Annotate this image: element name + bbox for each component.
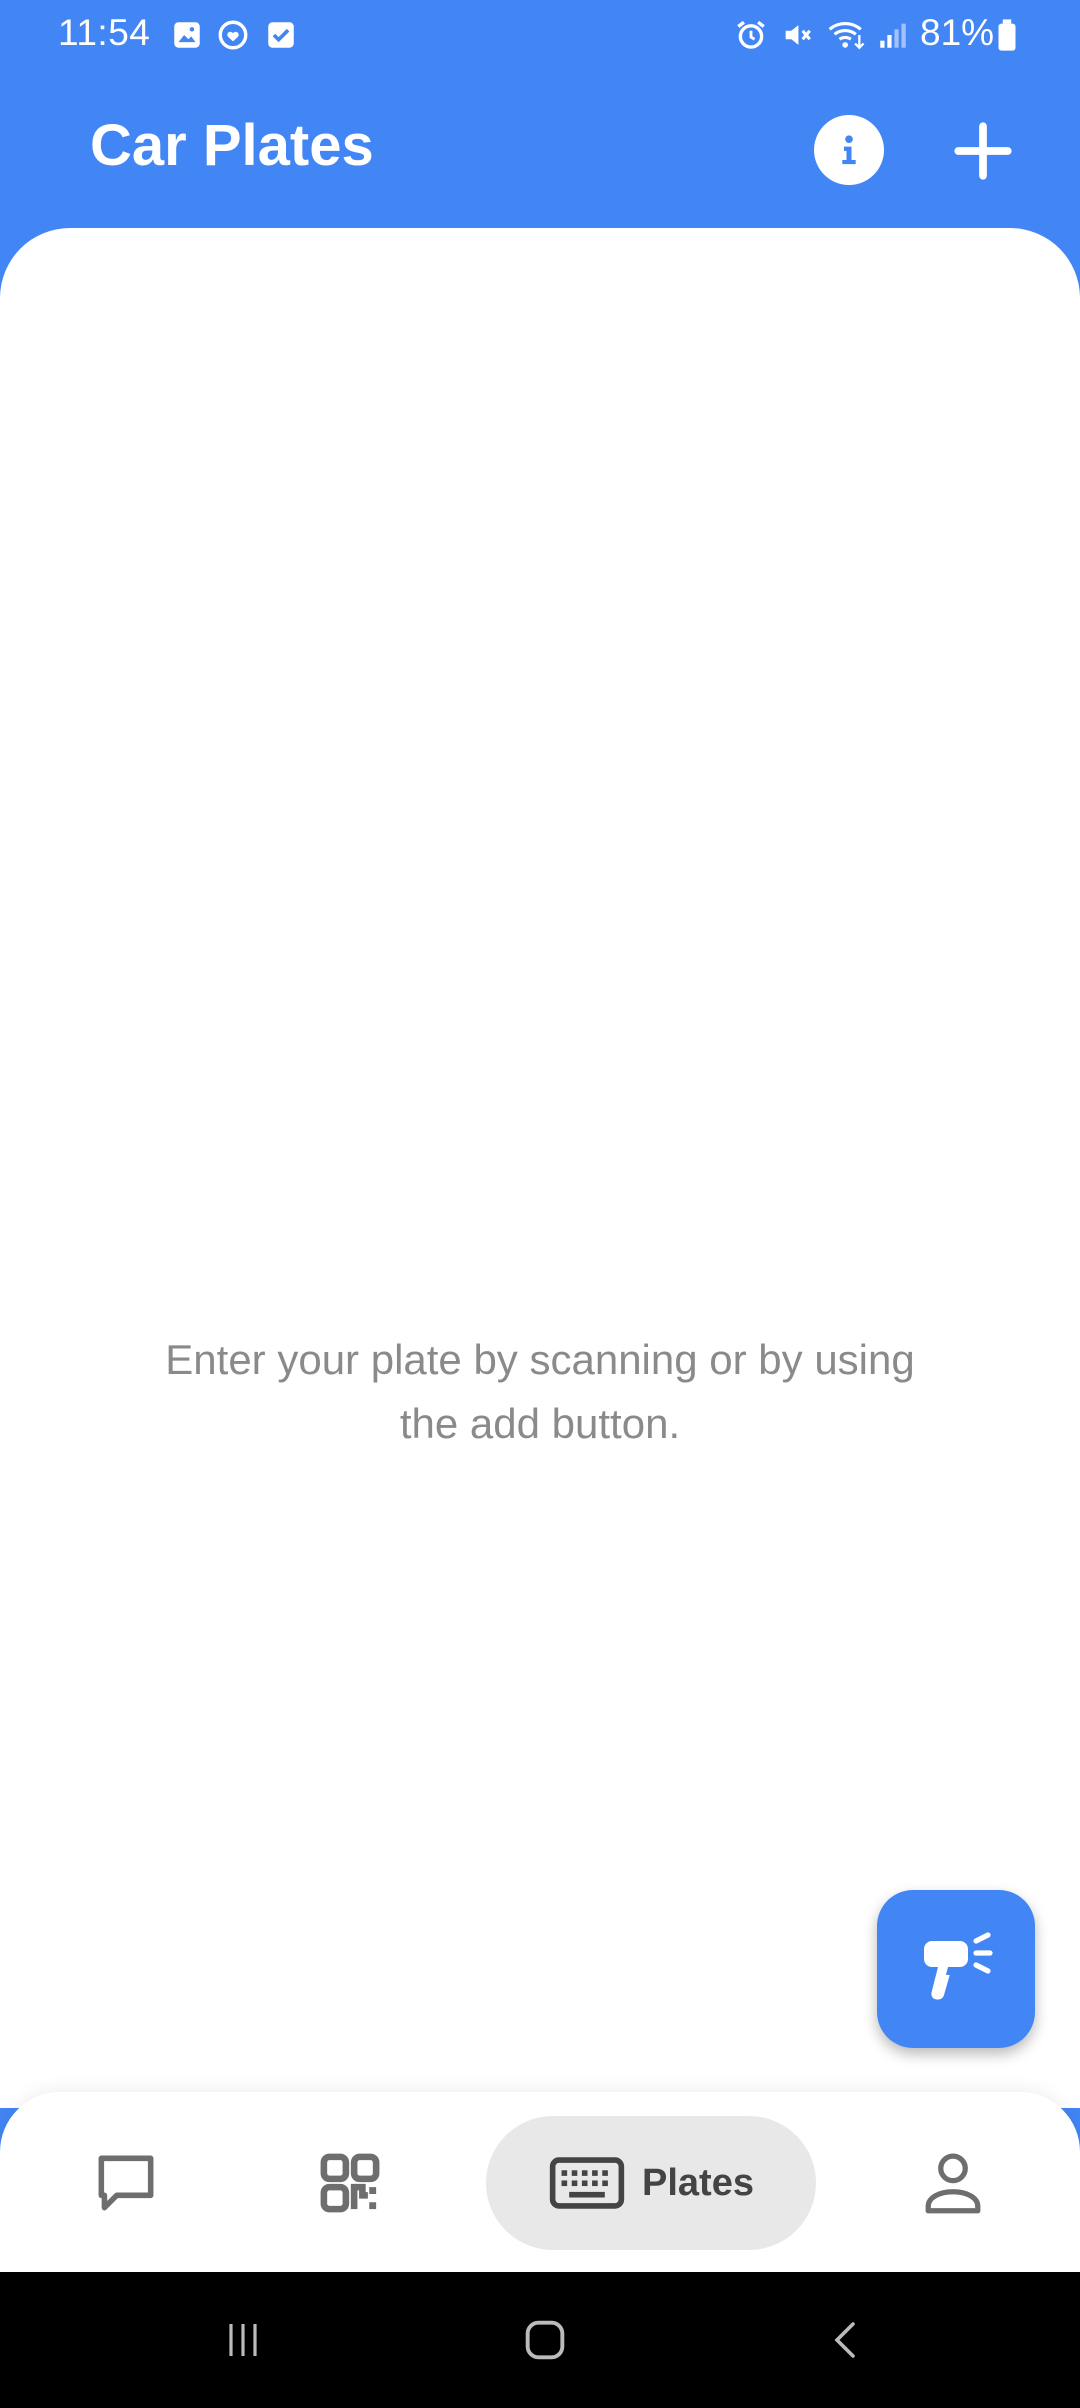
checkbox-icon (268, 22, 294, 48)
app-screen: 11:54 81% Car Plates Enter your plate by… (0, 0, 1080, 2408)
info-button[interactable] (814, 115, 884, 185)
mute-icon (785, 25, 811, 45)
empty-state-message: Enter your plate by scanning or by using… (165, 1336, 915, 1447)
add-button[interactable] (950, 118, 1016, 184)
sync-heart-icon (218, 20, 248, 50)
nav-item-chat[interactable] (66, 2116, 186, 2250)
person-icon (925, 2153, 981, 2214)
home-button[interactable] (510, 2310, 580, 2370)
status-time: 11:54 (58, 12, 151, 53)
battery-icon (998, 19, 1016, 51)
scan-plate-button[interactable] (877, 1890, 1035, 2048)
signal-icon (880, 23, 906, 48)
keyboard-icon (549, 2157, 625, 2209)
info-icon (842, 135, 856, 165)
wifi-icon (828, 22, 865, 50)
qr-code-icon (320, 2153, 380, 2213)
chat-icon (98, 2155, 154, 2211)
nav-item-qr[interactable] (290, 2116, 410, 2250)
nav-item-profile[interactable] (893, 2116, 1013, 2250)
recents-button[interactable] (208, 2310, 278, 2370)
back-icon (834, 2322, 855, 2358)
nav-item-plates[interactable]: Plates (486, 2116, 816, 2250)
plus-icon (954, 122, 1012, 180)
bottom-navigation: Plates (0, 2092, 1080, 2272)
status-bar: 11:54 81% (0, 0, 1080, 70)
main-content: Enter your plate by scanning or by using… (0, 228, 1080, 2108)
alarm-icon (737, 20, 765, 49)
barcode-scanner-icon (924, 1932, 993, 2000)
page-title: Car Plates (90, 113, 374, 178)
nav-item-label: Plates (642, 2161, 754, 2204)
gallery-icon (174, 22, 200, 48)
recents-icon (229, 2324, 257, 2356)
back-button[interactable] (812, 2310, 882, 2370)
home-icon (525, 2320, 565, 2360)
system-navigation-bar (0, 2272, 1080, 2408)
battery-percent: 81% (920, 12, 995, 53)
